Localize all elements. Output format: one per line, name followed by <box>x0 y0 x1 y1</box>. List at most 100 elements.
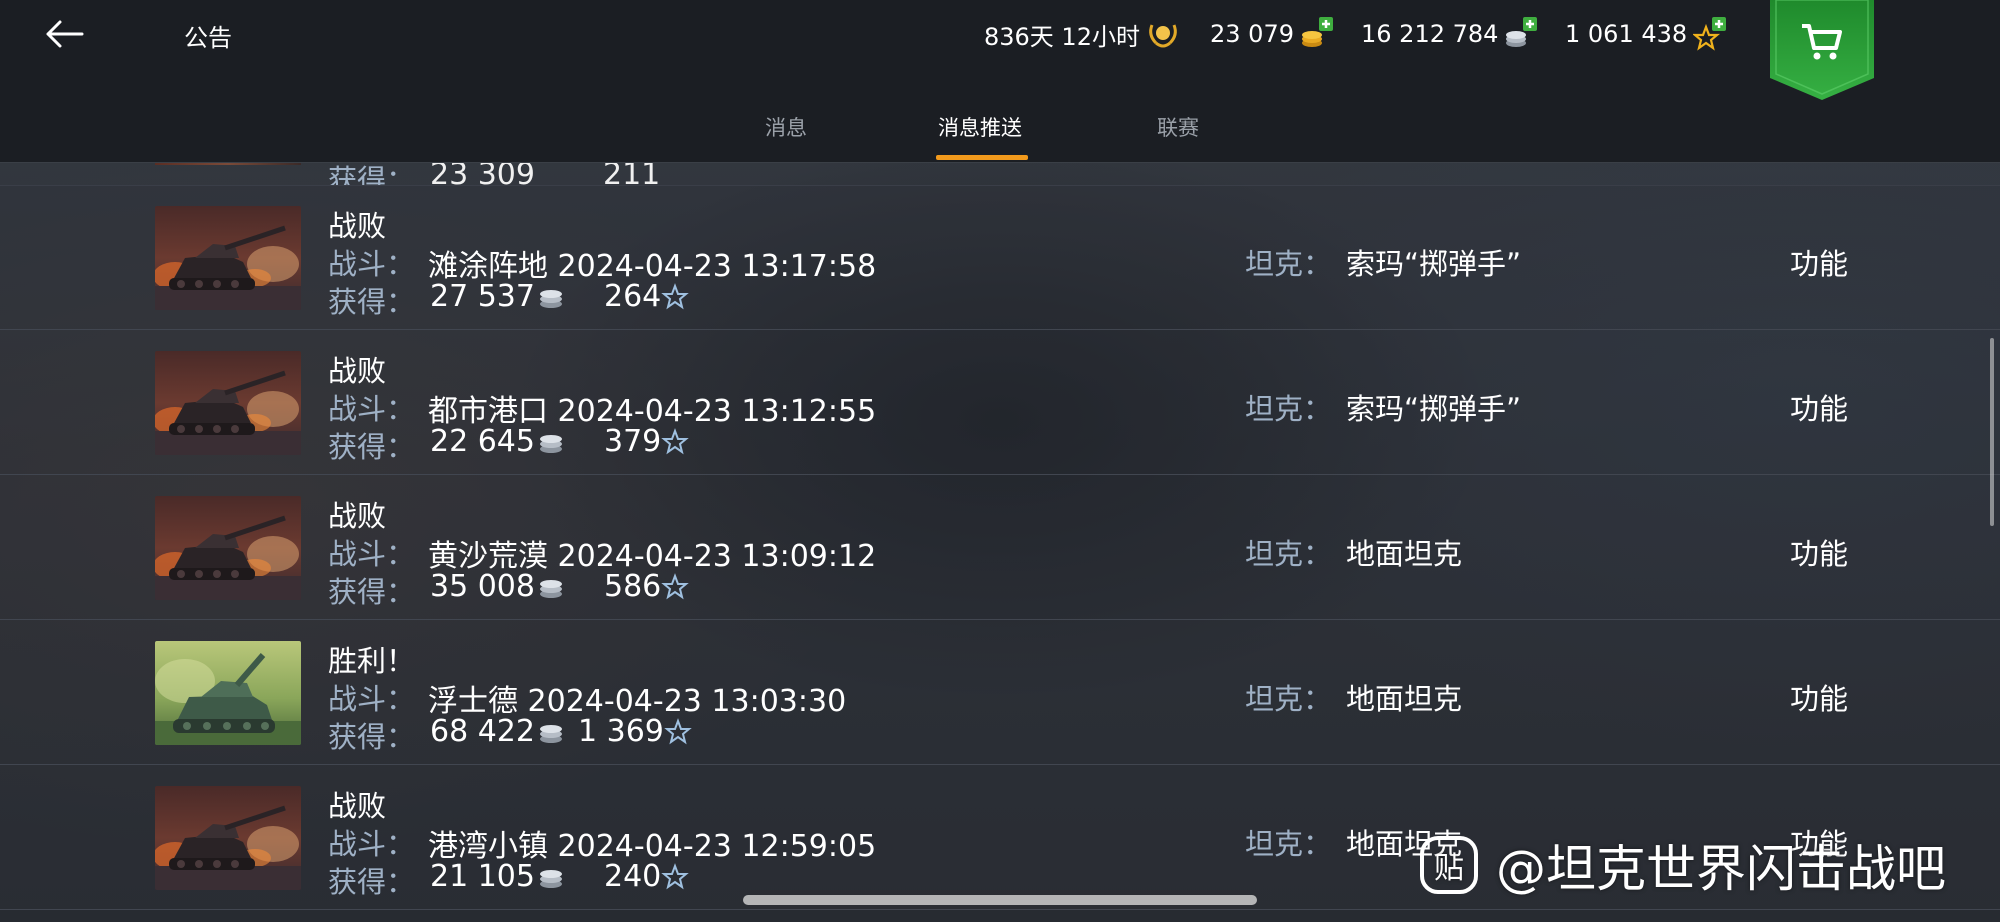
watermark: 贴 @坦克世界闪击战吧 <box>1420 832 1946 898</box>
battle-thumbnail <box>155 641 301 745</box>
earn-label: 获得： <box>328 285 416 319</box>
cart-icon <box>1802 24 1842 60</box>
tank-label: 坦克： <box>1245 247 1333 281</box>
active-tab-indicator <box>936 155 1028 160</box>
gold-balance[interactable]: 23 079 <box>1210 14 1334 54</box>
list-item[interactable]: 战败 战斗： 滩涂阵地 2024-04-23 13:17:58 获得： 27 5… <box>0 185 2000 330</box>
xp-earned-group: 240 <box>604 859 690 894</box>
battle-thumbnail <box>155 496 301 600</box>
battle-result: 胜利！ <box>328 644 416 678</box>
credits-earned: 22 645 <box>430 424 535 459</box>
credits-earned: 21 105 <box>430 859 535 894</box>
list-item[interactable]: 战败 战斗： 黄沙荒漠 2024-04-23 13:09:12 获得： 35 0… <box>0 475 2000 620</box>
tank-label: 坦克： <box>1245 827 1333 861</box>
free-xp-star-add-icon <box>1693 17 1727 51</box>
xp-earned-group: 379 <box>604 424 690 459</box>
credits-earned-group: 27 537 <box>430 279 565 314</box>
earn-label: 获得： <box>328 163 416 186</box>
silver-credits-icon <box>539 579 562 598</box>
free-xp-value: 1 061 438 <box>1565 20 1688 48</box>
xp-star-icon <box>661 572 690 599</box>
back-arrow-icon <box>46 20 84 48</box>
credits-value: 16 212 784 <box>1361 20 1499 48</box>
battle-label: 战斗： <box>328 537 416 571</box>
tab-league[interactable]: 联赛 <box>1157 112 1199 156</box>
battle-result: 战败 <box>328 499 387 533</box>
gold-coin-add-icon <box>1301 17 1333 47</box>
battle-result: 战败 <box>328 354 387 388</box>
battle-thumbnail <box>155 786 301 890</box>
xp-earned: 240 <box>604 859 662 894</box>
battle-label: 战斗： <box>328 827 416 861</box>
tank-name: 地面坦克 <box>1346 682 1463 716</box>
function-button[interactable]: 功能 <box>1790 241 1848 283</box>
credits-balance[interactable]: 16 212 784 <box>1361 14 1538 54</box>
battle-thumbnail <box>155 351 301 455</box>
battle-result: 战败 <box>328 209 387 243</box>
list-item-partial[interactable]: 获得： 23 309 211 <box>0 163 2000 186</box>
xp-earned-group: 586 <box>604 569 690 604</box>
xp-star-icon <box>661 427 690 454</box>
credits-earned-group: 35 008 <box>430 569 565 604</box>
xp-earned: 1 369 <box>578 714 664 749</box>
premium-time[interactable]: 836天 12小时 <box>984 14 1180 54</box>
tab-bar: 消息 消息推送 联赛 <box>0 100 2000 162</box>
list-item[interactable]: 战败 战斗： 都市港口 2024-04-23 13:12:55 获得： 22 6… <box>0 330 2000 475</box>
tab-push-messages[interactable]: 消息推送 <box>938 112 1022 156</box>
tank-label: 坦克： <box>1245 537 1333 571</box>
free-xp-balance[interactable]: 1 061 438 <box>1565 14 1727 54</box>
premium-time-value: 836天 12小时 <box>984 22 1140 51</box>
credits-earned-group: 68 422 <box>430 714 565 749</box>
silver-credits-icon <box>539 289 562 308</box>
list-item[interactable]: 胜利！ 战斗： 浮士德 2024-04-23 13:03:30 获得： 68 4… <box>0 620 2000 765</box>
xp-star-icon <box>661 862 690 889</box>
xp-earned: 264 <box>604 279 662 314</box>
silver-credits-icon <box>539 724 562 743</box>
tank-label: 坦克： <box>1245 682 1333 716</box>
battle-thumbnail <box>155 206 301 310</box>
xp-earned-group: 264 <box>604 279 690 314</box>
function-button[interactable]: 功能 <box>1790 386 1848 428</box>
page-title: 公告 <box>184 24 232 52</box>
tab-messages[interactable]: 消息 <box>765 112 807 156</box>
credits-earned: 23 309 <box>430 163 535 186</box>
xp-earned: 586 <box>604 569 662 604</box>
battle-report-list[interactable]: 获得： 23 309 211 战败 战斗： 滩涂阵地 2024-04-23 13… <box>0 163 2000 922</box>
battle-result: 战败 <box>328 789 387 823</box>
credits-earned-group: 22 645 <box>430 424 565 459</box>
battle-label: 战斗： <box>328 247 416 281</box>
battle-thumbnail-partial <box>155 163 301 165</box>
earn-label: 获得： <box>328 865 416 899</box>
premium-laurel-icon <box>1149 24 1177 48</box>
xp-earned: 379 <box>604 424 662 459</box>
top-bar: 公告 836天 12小时 23 079 16 212 784 1 061 438… <box>0 0 2000 163</box>
battle-label: 战斗： <box>328 682 416 716</box>
credits-earned: 68 422 <box>430 714 535 749</box>
battle-label: 战斗： <box>328 392 416 426</box>
tank-name: 索玛“掷弹手” <box>1346 247 1522 281</box>
earn-label: 获得： <box>328 720 416 754</box>
silver-credits-icon <box>539 434 562 453</box>
xp-star-icon <box>661 282 690 309</box>
silver-credits-add-icon <box>1506 17 1538 47</box>
xp-star-icon <box>664 717 692 744</box>
tank-label: 坦克： <box>1245 392 1333 426</box>
list-scrollbar[interactable] <box>1990 338 1994 526</box>
tank-name: 索玛“掷弹手” <box>1346 392 1522 426</box>
credits-earned-group: 21 105 <box>430 859 565 894</box>
credits-earned: 35 008 <box>430 569 535 604</box>
watermark-text: @坦克世界闪击战吧 <box>1496 840 1946 898</box>
earn-label: 获得： <box>328 430 416 464</box>
xp-earned: 211 <box>603 163 661 186</box>
earn-label: 获得： <box>328 575 416 609</box>
home-indicator[interactable] <box>743 895 1257 905</box>
shop-button[interactable] <box>1770 0 1874 100</box>
silver-credits-icon <box>539 869 562 888</box>
function-button[interactable]: 功能 <box>1790 531 1848 573</box>
gold-value: 23 079 <box>1210 20 1294 48</box>
tank-name: 地面坦克 <box>1346 537 1463 571</box>
function-button[interactable]: 功能 <box>1790 676 1848 718</box>
xp-earned-group: 1 369 <box>578 714 692 749</box>
credits-earned: 27 537 <box>430 279 535 314</box>
back-button[interactable] <box>36 10 92 58</box>
